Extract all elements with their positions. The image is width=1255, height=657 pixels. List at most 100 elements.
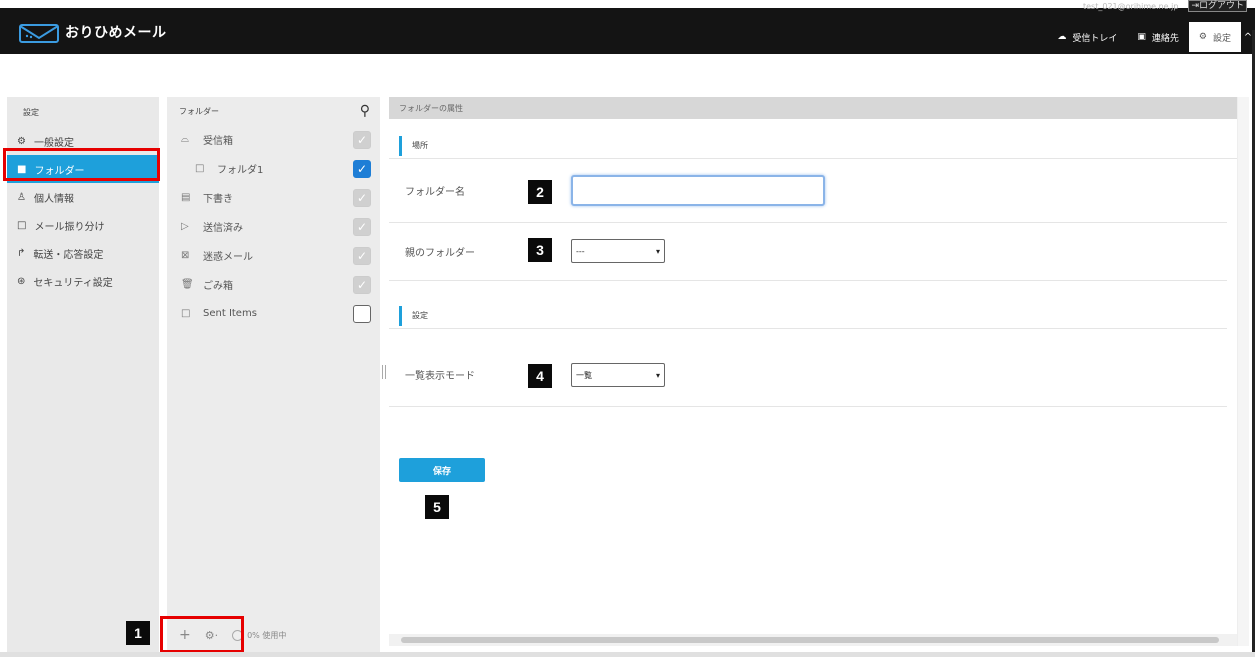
annotation-badge-3: 3: [528, 238, 552, 262]
folder-row-folder1[interactable]: □ フォルダ1 ✓: [167, 154, 380, 183]
folder-subscribe-checkbox: ✓: [353, 217, 371, 236]
settings-item-folder[interactable]: ■ フォルダー: [7, 155, 159, 183]
horizontal-scrollbar[interactable]: [389, 634, 1237, 646]
folder-subscribe-checkbox: ✓: [353, 246, 371, 265]
settings-item-personal[interactable]: ♙ 個人情報: [7, 183, 159, 211]
gear-icon: ⚙: [17, 135, 26, 147]
settings-item-label: セキュリティ設定: [33, 277, 113, 289]
folder-row-trash[interactable]: 🗑 ごみ箱 ✓: [167, 270, 380, 299]
user-bar: test_021@orihime.ne.jp ⇥ログアウト: [1083, 0, 1247, 12]
panel-title: フォルダーの属性: [389, 97, 1237, 119]
folder-list-footer: + ⚙· 0% 使用中: [167, 618, 380, 652]
panel-splitter-handle[interactable]: [382, 365, 386, 379]
annotation-badge-4: 4: [528, 364, 552, 388]
settings-item-label: 個人情報: [33, 193, 74, 205]
section-location-title: 場所: [412, 141, 428, 150]
chevron-down-icon: ▾: [655, 246, 660, 256]
gear-icon: ⚙: [1198, 32, 1207, 42]
settings-item-filters[interactable]: □ メール振り分け: [7, 211, 159, 239]
app-window: おりひめメール test_021@orihime.ne.jp ⇥ログアウト ☁ …: [0, 0, 1255, 657]
folder-list-panel: フォルダー ⚲ ⌓ 受信箱 ✓ □ フォルダ1 ✓ ▤ 下書き ✓ ▷ 送信済み…: [167, 97, 380, 652]
security-icon: ⊛: [17, 275, 26, 287]
settings-item-label: 一般設定: [33, 137, 74, 149]
annotation-badge-1: 1: [126, 621, 150, 645]
folder-icon: ■: [17, 163, 27, 175]
settings-title: 設定: [23, 108, 39, 117]
scrollbar-thumb[interactable]: [401, 637, 1219, 643]
settings-item-general[interactable]: ⚙ 一般設定: [7, 127, 159, 155]
forward-icon: ↱: [17, 247, 26, 259]
form-row-parent-folder: 親のフォルダー --- ▾: [389, 223, 1227, 281]
folder-outline-icon: □: [195, 163, 205, 174]
folder-properties-panel: フォルダーの属性 場所 フォルダー名 親のフォルダー --- ▾ 設定 一覧表示…: [389, 97, 1237, 652]
search-icon[interactable]: ⚲: [360, 103, 370, 119]
folder-list-header: フォルダー ⚲: [167, 97, 380, 125]
settings-item-forwarding[interactable]: ↱ 転送・応答設定: [7, 239, 159, 267]
annotation-badge-5: 5: [425, 495, 449, 519]
logout-label: ログアウト: [1198, 1, 1244, 11]
section-settings: 設定: [389, 303, 1227, 329]
section-accent-bar: [399, 135, 402, 156]
folder-label: 迷惑メール: [203, 252, 253, 263]
folder-row-inbox[interactable]: ⌓ 受信箱 ✓: [167, 125, 380, 154]
add-folder-button[interactable]: +: [179, 627, 191, 643]
quota-text: 0% 使用中: [247, 630, 287, 640]
settings-item-label: 転送・応答設定: [33, 249, 104, 261]
quota-indicator: 0% 使用中: [232, 629, 287, 641]
section-location: 場所: [389, 133, 1237, 159]
settings-item-label: フォルダー: [34, 165, 85, 177]
app-name: おりひめメール: [65, 25, 167, 41]
parent-folder-label: 親のフォルダー: [405, 248, 475, 259]
folder-row-sent-items[interactable]: □ Sent Items: [167, 299, 380, 328]
annotation-badge-2: 2: [528, 180, 552, 204]
nav-contacts[interactable]: ▣ 連絡先: [1127, 24, 1189, 50]
nav-contacts-label: 連絡先: [1151, 33, 1179, 44]
trash-icon: 🗑: [181, 279, 194, 290]
view-mode-select[interactable]: 一覧 ▾: [571, 363, 665, 387]
folder-label: 送信済み: [203, 223, 243, 234]
user-email: test_021@orihime.ne.jp: [1083, 1, 1179, 11]
folder-row-sent[interactable]: ▷ 送信済み ✓: [167, 212, 380, 241]
top-nav: ☁ 受信トレイ ▣ 連絡先 ⚙ 設定 ^: [1047, 22, 1255, 52]
folder-subscribe-checkbox[interactable]: ✓: [353, 159, 371, 178]
folder-outline-icon: □: [17, 219, 27, 231]
parent-folder-select[interactable]: --- ▾: [571, 239, 665, 263]
form-row-view-mode: 一覧表示モード 一覧 ▾: [389, 343, 1227, 407]
folder-label: 受信箱: [203, 136, 233, 147]
folder-subscribe-checkbox: ✓: [353, 275, 371, 294]
quota-pie-icon: [232, 629, 244, 641]
logo-envelope-icon: [19, 24, 59, 43]
contacts-icon: ▣: [1137, 32, 1146, 42]
person-icon: ♙: [17, 191, 26, 203]
settings-item-label: メール振り分け: [34, 221, 105, 233]
save-button[interactable]: 保存: [399, 458, 485, 482]
folder-subscribe-checkbox: ✓: [353, 130, 371, 149]
view-mode-value: 一覧: [576, 370, 592, 380]
folder-label: ごみ箱: [203, 281, 233, 292]
inbox-icon: ☁: [1057, 32, 1067, 42]
app-logo[interactable]: おりひめメール: [17, 20, 167, 44]
folder-list-title: フォルダー: [179, 106, 219, 116]
nav-settings[interactable]: ⚙ 設定: [1188, 22, 1241, 52]
section-accent-bar: [399, 305, 402, 326]
vertical-scrollbar[interactable]: [1237, 97, 1249, 646]
settings-item-security[interactable]: ⊛ セキュリティ設定: [7, 267, 159, 295]
folder-name-input[interactable]: [571, 175, 825, 206]
folder-subscribe-checkbox[interactable]: [353, 304, 371, 323]
folder-row-drafts[interactable]: ▤ 下書き ✓: [167, 183, 380, 212]
folder-label: 下書き: [203, 194, 233, 205]
folder-name-label: フォルダー名: [405, 187, 465, 198]
settings-sidebar: 設定 ⚙ 一般設定 ■ フォルダー ♙ 個人情報 □ メール振り分け ↱ 転送・…: [7, 97, 159, 652]
nav-inbox[interactable]: ☁ 受信トレイ: [1047, 24, 1127, 50]
folder-subscribe-checkbox: ✓: [353, 188, 371, 207]
folder-outline-icon: □: [181, 308, 191, 319]
junk-icon: ⊠: [181, 250, 190, 261]
logout-button[interactable]: ⇥ログアウト: [1188, 0, 1247, 12]
parent-folder-value: ---: [576, 246, 585, 256]
view-mode-label: 一覧表示モード: [405, 371, 475, 382]
folder-actions-button[interactable]: ⚙·: [205, 629, 218, 642]
folder-row-junk[interactable]: ⊠ 迷惑メール ✓: [167, 241, 380, 270]
folder-label: Sent Items: [203, 308, 257, 319]
section-settings-title: 設定: [412, 311, 428, 320]
send-icon: ▷: [181, 221, 189, 232]
